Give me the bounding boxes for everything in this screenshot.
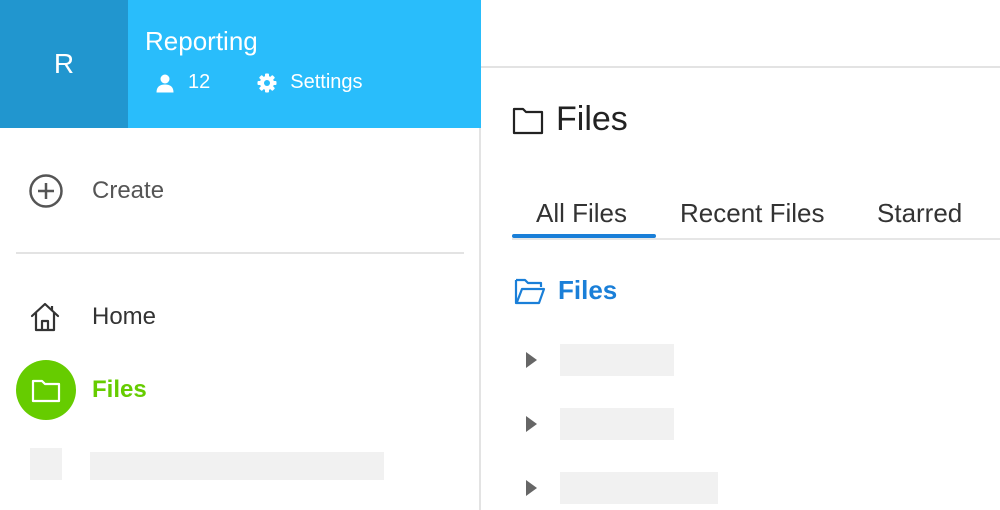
sidebar-item-home[interactable]: Home: [28, 300, 156, 334]
sidebar-divider: [16, 252, 464, 254]
placeholder-icon: [30, 448, 62, 480]
home-icon: [30, 302, 60, 332]
folder-icon: [512, 107, 544, 134]
space-avatar[interactable]: R: [0, 0, 128, 128]
folder-open-icon: [514, 278, 546, 304]
tree-row[interactable]: [526, 472, 718, 504]
breadcrumb[interactable]: Files: [514, 275, 617, 306]
page-title-text: Files: [556, 100, 628, 138]
sidebar-item-files[interactable]: Files: [16, 360, 147, 420]
placeholder-item: [90, 452, 384, 480]
plus-circle-icon: [29, 174, 63, 208]
file-tabs: All Files Recent Files Starred: [512, 192, 1000, 240]
sidebar-item-label: Home: [92, 303, 157, 330]
gear-icon: [257, 73, 277, 92]
sidebar: R Reporting 12 Settings Create Home File…: [0, 0, 481, 510]
sidebar-item-label: Files: [92, 376, 147, 403]
tree-row[interactable]: [526, 408, 674, 440]
space-meta: 12 Settings: [155, 71, 363, 94]
placeholder-item: [560, 472, 718, 504]
page-title: Files: [512, 100, 628, 139]
caret-right-icon[interactable]: [526, 480, 537, 496]
caret-right-icon[interactable]: [526, 352, 537, 368]
settings-label: Settings: [290, 71, 363, 93]
space-name[interactable]: Reporting: [145, 26, 258, 57]
placeholder-item: [560, 408, 674, 440]
header-divider: [481, 66, 1000, 68]
tree-row[interactable]: [526, 344, 674, 376]
placeholder-item: [560, 344, 674, 376]
tab-recent-files[interactable]: Recent Files: [680, 198, 825, 229]
member-count: 12: [188, 71, 211, 93]
create-label: Create: [92, 177, 165, 204]
tab-all-files[interactable]: All Files: [536, 198, 627, 229]
sidebar-item-icon-circle: [16, 360, 76, 420]
members-button[interactable]: 12: [155, 71, 210, 94]
space-header: R Reporting 12 Settings: [0, 0, 481, 128]
breadcrumb-label: Files: [558, 275, 618, 305]
create-button[interactable]: Create: [28, 172, 164, 210]
user-icon: [156, 74, 174, 92]
tabs-border: [512, 238, 1000, 240]
folder-icon: [31, 379, 61, 403]
caret-right-icon[interactable]: [526, 416, 537, 432]
tab-starred[interactable]: Starred: [877, 198, 962, 229]
settings-button[interactable]: Settings: [257, 71, 363, 94]
